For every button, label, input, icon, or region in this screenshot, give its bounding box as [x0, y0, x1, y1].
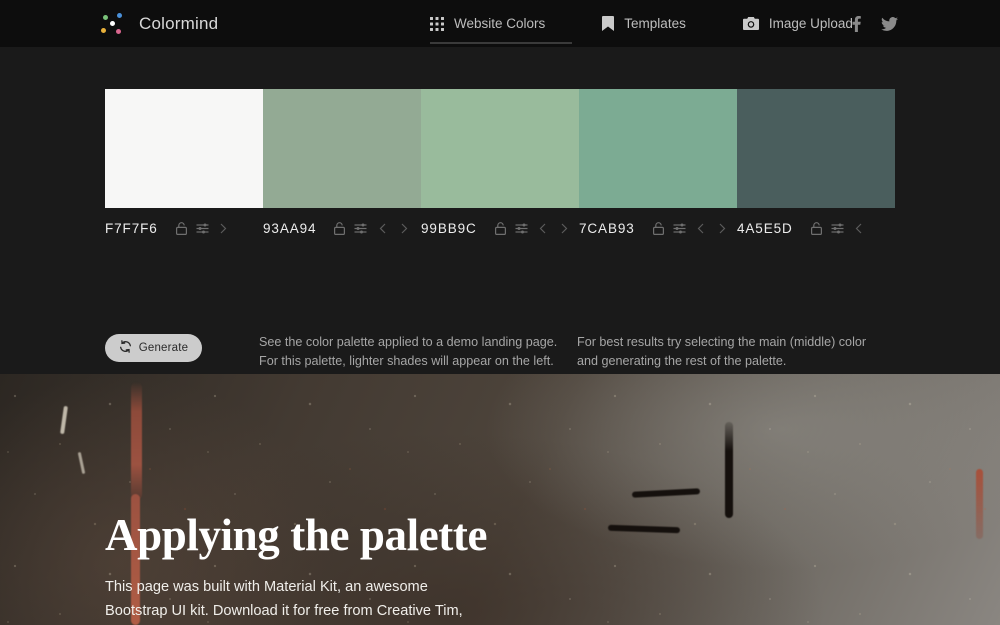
hero-paint-streak-red-right: [976, 469, 983, 539]
logo-dot-yellow: [101, 27, 106, 33]
logo-dot-blue: [117, 12, 122, 18]
next-color-icon-3[interactable]: [713, 219, 733, 238]
main-nav: Website Colors Templates Image Upload: [430, 0, 875, 47]
nav-item-website-colors[interactable]: Website Colors: [430, 0, 573, 47]
swatch-controls-2: 99BB9C: [421, 219, 579, 238]
palette-labels: F7F7F6 93AA94 99BB9C 7CAB93 4A5E5D: [105, 219, 895, 238]
hero-section: Applying the palette This page was built…: [0, 374, 1000, 625]
hex-label-4[interactable]: 4A5E5D: [737, 221, 793, 236]
swatch-2[interactable]: [421, 89, 579, 208]
swatch-3[interactable]: [579, 89, 737, 208]
swatch-4[interactable]: [737, 89, 895, 208]
lock-open-icon-4[interactable]: [807, 219, 826, 238]
hex-label-3[interactable]: 7CAB93: [579, 221, 635, 236]
palette-note-demo: See the color palette applied to a demo …: [259, 335, 558, 368]
hex-label-2[interactable]: 99BB9C: [421, 221, 477, 236]
swatch-0[interactable]: [105, 89, 263, 208]
generate-button-label: Generate: [138, 342, 189, 354]
hex-label-0[interactable]: F7F7F6: [105, 221, 158, 236]
social-links: [852, 15, 898, 32]
sliders-icon-2[interactable]: [512, 219, 531, 238]
twitter-icon[interactable]: [881, 16, 898, 31]
bookmark-icon: [602, 16, 615, 31]
sliders-icon-0[interactable]: [193, 219, 212, 238]
logo-dot-green: [103, 14, 108, 20]
next-color-icon-0[interactable]: [214, 219, 234, 238]
lock-open-icon-3[interactable]: [649, 219, 668, 238]
colormind-dots-logo: [100, 11, 128, 37]
top-navbar: Colormind Website Colors Templates Image…: [0, 0, 1000, 47]
swatch-1[interactable]: [263, 89, 421, 208]
prev-color-icon-1[interactable]: [372, 219, 392, 238]
hero-paint-streak-black: [725, 422, 733, 518]
swatch-controls-4: 4A5E5D: [737, 219, 895, 238]
prev-color-icon-3[interactable]: [691, 219, 711, 238]
lock-open-icon-2[interactable]: [491, 219, 510, 238]
sliders-icon-1[interactable]: [351, 219, 370, 238]
facebook-icon[interactable]: [852, 15, 861, 32]
next-color-icon-1[interactable]: [394, 219, 414, 238]
swatch-controls-0: F7F7F6: [105, 219, 263, 238]
prev-color-icon-4[interactable]: [849, 219, 869, 238]
logo-dot-pink: [116, 28, 121, 34]
palette-note-tips: For best results try selecting the main …: [577, 335, 867, 368]
brand[interactable]: Colormind: [100, 11, 218, 37]
hero-title: Applying the palette: [105, 510, 488, 560]
logo-dot-white: [110, 20, 115, 26]
swatch-controls-3: 7CAB93: [579, 219, 737, 238]
prev-color-icon-2[interactable]: [533, 219, 553, 238]
hex-label-1[interactable]: 93AA94: [263, 221, 316, 236]
camera-icon: [742, 17, 759, 30]
refresh-icon: [119, 340, 132, 356]
palette-info-row: Generate See the color palette applied t…: [0, 287, 1000, 368]
hero-subtitle: This page was built with Material Kit, a…: [105, 579, 463, 619]
palette-section: F7F7F6 93AA94 99BB9C 7CAB93 4A5E5D Gener…: [0, 47, 1000, 374]
brand-name: Colormind: [139, 13, 219, 33]
generate-button[interactable]: Generate: [105, 334, 202, 362]
hero-paint-streak-red: [131, 382, 142, 500]
lock-open-icon-0[interactable]: [172, 219, 191, 238]
grid-apps-icon: [430, 16, 444, 31]
lock-open-icon-1[interactable]: [330, 219, 349, 238]
hero-content: Applying the palette This page was built…: [105, 510, 505, 625]
palette-swatches: [105, 89, 895, 208]
swatch-controls-1: 93AA94: [263, 219, 421, 238]
nav-label-templates: Templates: [624, 16, 686, 31]
nav-label-image-upload: Image Upload: [768, 16, 853, 31]
nav-label-website-colors: Website Colors: [454, 16, 546, 31]
sliders-icon-4[interactable]: [828, 219, 847, 238]
next-color-icon-2[interactable]: [555, 219, 575, 238]
nav-item-templates[interactable]: Templates: [602, 0, 708, 47]
sliders-icon-3[interactable]: [670, 219, 689, 238]
